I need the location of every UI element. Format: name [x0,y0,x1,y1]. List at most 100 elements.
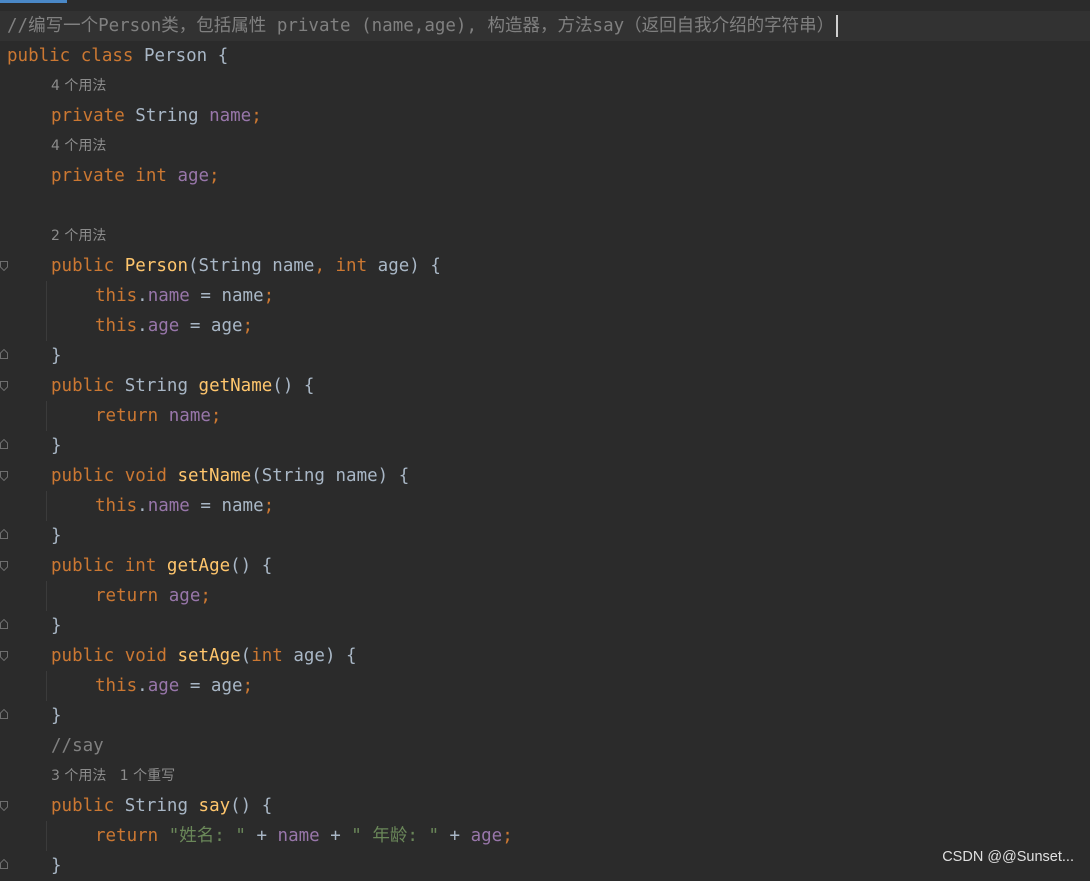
keyword: return [95,826,169,846]
type-int: int [335,256,368,276]
code-line[interactable]: } [0,611,1090,641]
plus-op: + [438,826,471,846]
code-line[interactable]: public String say() { [0,791,1090,821]
keyword: public [51,796,125,816]
override-hint[interactable]: 1 个重写 [120,768,175,784]
keyword: public [51,556,125,576]
field-age: age [470,826,503,846]
code-line[interactable]: //编写一个Person类，包括属性 private (name,age), 构… [0,11,1090,41]
keyword: private [51,106,136,126]
param: age) { [282,646,357,666]
type-name: String [261,466,325,486]
code-line[interactable] [0,191,1090,221]
paren: () { [272,376,315,396]
method-name: getName [198,376,273,396]
code-line[interactable]: private int age; [0,161,1090,191]
field-age: age [177,166,210,186]
code-line[interactable]: public class Person { [0,41,1090,71]
paren: ( [251,466,262,486]
code-line[interactable]: public Person(String name, int age) { [0,251,1090,281]
code-line[interactable]: } [0,431,1090,461]
say-comment: //say [51,736,104,756]
watermark: CSDN @@Sunset... [942,849,1074,865]
code-line[interactable]: public String getName() { [0,371,1090,401]
usage-hint[interactable]: 2 个用法 [51,221,106,251]
keyword: this [95,676,138,696]
code-line[interactable]: public void setName(String name) { [0,461,1090,491]
code-line[interactable]: private String name; [0,101,1090,131]
method-name: setAge [177,646,241,666]
semicolon: ; [263,496,275,516]
code-line[interactable]: return "姓名: " + name + " 年龄: " + age; [0,821,1090,851]
code-line[interactable]: public void setAge(int age) { [0,641,1090,671]
field-age: age [147,676,180,696]
field-name: name [147,286,190,306]
code-line[interactable]: //say [0,731,1090,761]
plus-op: + [319,826,352,846]
usage-hint-line[interactable]: 2 个用法 [0,221,1090,251]
brace: } [51,436,62,456]
keyword: private int [51,166,178,186]
usage-hint-line[interactable]: 4 个用法 [0,71,1090,101]
semicolon: ; [200,586,211,606]
type-name: String [135,106,199,126]
type-name: String [124,796,188,816]
field-age: age [147,316,180,336]
brace: } [51,706,62,726]
text-cursor [836,15,839,37]
keyword: public [51,376,125,396]
code-line[interactable]: this.name = name; [0,491,1090,521]
semicolon: ; [209,166,220,186]
keyword: public void [51,466,178,486]
keyword: return [95,406,169,426]
brace: } [51,526,62,546]
assignment: = name [189,286,264,306]
paren: () { [230,796,273,816]
keyword: public void [51,646,178,666]
keyword: return [95,586,169,606]
code-line[interactable]: } [0,341,1090,371]
code-line[interactable]: this.name = name; [0,281,1090,311]
param: age) { [367,256,441,276]
type-int: int [251,646,283,666]
field-name: name [147,496,190,516]
semicolon: ; [502,826,513,846]
code-line[interactable]: } [0,701,1090,731]
usage-hint-line[interactable]: 4 个用法 [0,131,1090,161]
param: name) { [324,466,410,486]
type-name: String [198,256,262,276]
code-editor[interactable]: //编写一个Person类，包括属性 private (name,age), 构… [0,11,1090,881]
code-line[interactable]: this.age = age; [0,311,1090,341]
code-line[interactable]: } [0,851,1090,881]
paren: ( [240,646,252,666]
keyword: this [95,496,138,516]
usage-hint[interactable]: 4 个用法 [51,131,106,161]
assignment: = name [189,496,264,516]
keyword: this [95,316,138,336]
dot: . [137,496,148,516]
code-line[interactable]: } [0,521,1090,551]
type-name: String [124,376,188,396]
code-line[interactable]: public int getAge() { [0,551,1090,581]
editor-top-bar [0,0,1090,3]
code-line[interactable]: return age; [0,581,1090,611]
keyword: this [95,286,138,306]
semicolon: ; [242,676,254,696]
code-line[interactable]: this.age = age; [0,671,1090,701]
hint-gap [106,768,119,784]
brace: } [51,616,62,636]
field-name: name [168,406,211,426]
keyword: public [51,256,125,276]
header-comment: //编写一个Person类，包括属性 private (name,age), 构… [7,16,835,36]
usage-hint-line[interactable]: 3 个用法 1 个重写 [0,761,1090,791]
semicolon: ; [263,286,275,306]
usage-hint[interactable]: 4 个用法 [51,71,106,101]
active-tab-indicator[interactable] [0,0,67,3]
comma: , [314,256,336,276]
code-line[interactable]: return name; [0,401,1090,431]
usage-hint[interactable]: 3 个用法 [51,768,106,784]
